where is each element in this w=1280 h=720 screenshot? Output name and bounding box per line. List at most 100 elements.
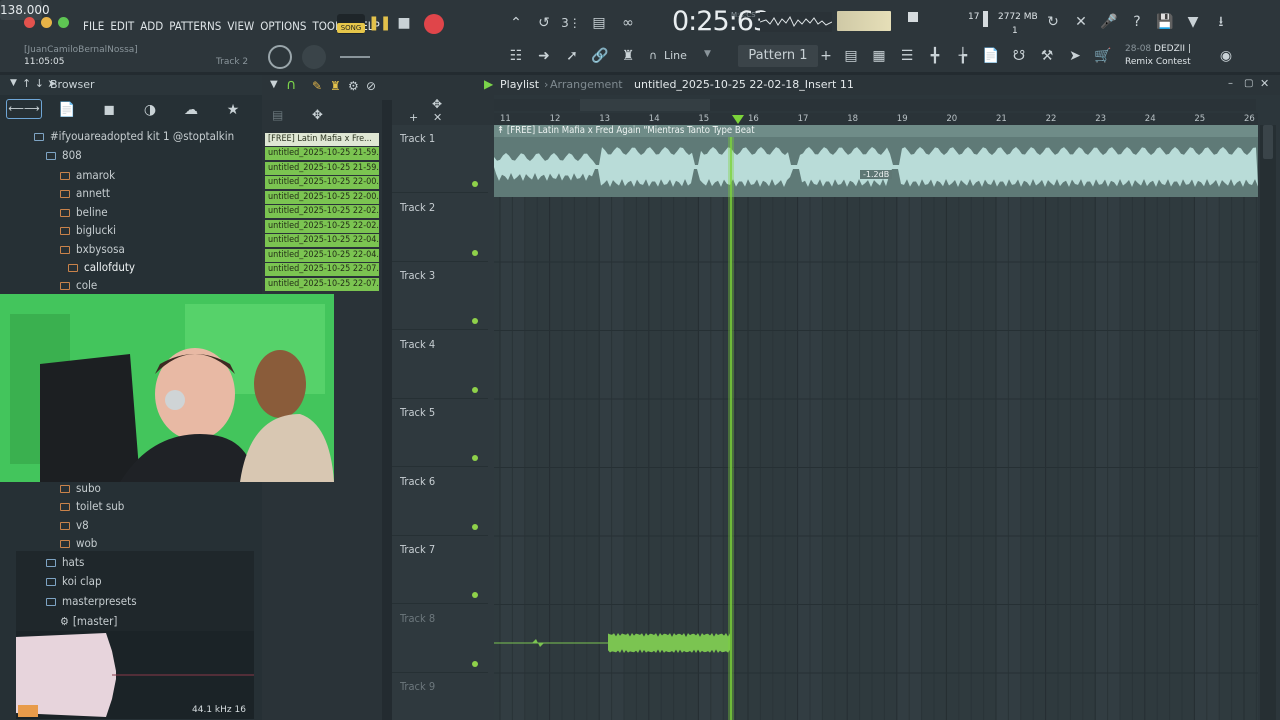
tempo-display[interactable]: 138.000 [0, 0, 50, 20]
track-header[interactable]: Track 2 [392, 194, 488, 262]
cut-icon[interactable]: ✕ [1070, 12, 1092, 32]
undo-icon[interactable]: ↻ [1042, 12, 1064, 32]
tree-item[interactable]: #ifyouareadopted kit 1 @stoptalkin [34, 127, 234, 145]
paint-icon[interactable]: ♜ [330, 79, 341, 93]
track-header[interactable]: Track 1 [392, 125, 488, 193]
loop-record-icon[interactable]: ∞ [617, 13, 639, 33]
menu-options[interactable]: OPTIONS [260, 19, 306, 33]
master-volume-knob[interactable] [268, 45, 292, 69]
close-window-dot[interactable] [24, 17, 35, 28]
track-mute-led[interactable] [472, 455, 478, 461]
link-icon[interactable]: 🔗 [589, 46, 611, 66]
record-button[interactable] [424, 14, 444, 34]
playlist-file[interactable]: untitled_2025-10-25 22-02-18_Insert 11 [634, 78, 854, 91]
channel-rack-icon[interactable]: ☰ [896, 46, 918, 66]
browser-sounds-icon[interactable]: ◑ [139, 100, 161, 120]
menu-add[interactable]: ADD [140, 19, 163, 33]
pencil-icon[interactable]: ✎ [312, 79, 322, 93]
picker-item[interactable]: untitled_2025-10-25 22-04... [265, 234, 379, 247]
track-header[interactable]: Track 8 [392, 605, 488, 673]
add-pattern-icon[interactable]: + [815, 46, 837, 66]
tree-item[interactable]: biglucki [60, 221, 116, 239]
news-title[interactable]: Remix Contest [1125, 57, 1191, 67]
tree-item[interactable]: annett [60, 184, 110, 202]
mixer-icon[interactable]: ╋ [924, 46, 946, 66]
tree-item[interactable]: wob [60, 534, 97, 552]
picker-item[interactable]: untitled_2025-10-25 22-00... [265, 191, 379, 204]
tree-item[interactable]: bxbysosa [60, 240, 125, 258]
tree-item[interactable]: beline [60, 203, 108, 221]
chevron-down-icon[interactable]: ▼ [704, 49, 711, 59]
snap-select[interactable]: Line [664, 49, 687, 62]
browser-icon[interactable]: ╆ [952, 46, 974, 66]
stamp-icon[interactable]: ♜ [617, 46, 639, 66]
minimize-icon[interactable]: – [1228, 78, 1233, 89]
picker-item[interactable]: untitled_2025-10-25 22-02... [265, 205, 379, 218]
maximize-icon[interactable]: ▢ [1244, 78, 1253, 89]
browser-menu-arrow-icon[interactable]: ▼ [10, 78, 17, 88]
pat-song-toggle[interactable]: SONG [337, 14, 365, 34]
master-pitch-knob[interactable] [302, 45, 326, 69]
magnet-snap-icon[interactable]: ∩ [286, 77, 296, 93]
playlist-icon[interactable]: ▤ [840, 46, 862, 66]
browser-favorites-icon[interactable]: ★ [222, 100, 244, 120]
online-icon[interactable]: ◉ [1215, 46, 1237, 66]
magnet-icon[interactable]: ∩ [642, 46, 664, 66]
add-track-icon[interactable]: + [409, 111, 418, 124]
zoom-icon[interactable]: ✥ [432, 97, 442, 111]
track-header[interactable]: Track 6 [392, 468, 488, 536]
render-icon[interactable]: ▼ [1182, 12, 1204, 32]
song-time-display[interactable]: 0:25:63 [672, 6, 770, 37]
track-header[interactable]: Track 4 [392, 331, 488, 399]
track-header[interactable]: Track 5 [392, 399, 488, 467]
step-edit-icon[interactable]: ▤ [588, 13, 610, 33]
microphone-icon[interactable]: 🎤 [1098, 12, 1120, 32]
picker-item[interactable]: untitled_2025-10-25 22-04... [265, 249, 379, 262]
vertical-scrollbar[interactable] [1260, 125, 1276, 720]
plugin-icon[interactable]: ☋ [1008, 46, 1030, 66]
tools-icon[interactable]: ⚒ [1036, 46, 1058, 66]
file-icon[interactable]: 📄 [980, 46, 1002, 66]
picker-item[interactable]: untitled_2025-10-25 21-59... [265, 162, 379, 175]
browser-all-tab[interactable]: ⟵⟶ [6, 99, 42, 119]
track-mute-led[interactable] [472, 660, 478, 667]
mute-tool-icon[interactable]: ⊘ [366, 79, 376, 93]
playlist-play-icon[interactable]: ▶ [484, 77, 493, 91]
playhead-marker-icon[interactable] [732, 115, 744, 124]
tree-item[interactable]: ⚙ [master] [60, 612, 117, 630]
piano-roll-icon[interactable]: ☷ [505, 46, 527, 66]
picker-item[interactable]: untitled_2025-10-25 22-02... [265, 220, 379, 233]
cart-icon[interactable]: 🛒 [1092, 46, 1114, 66]
step-sequencer-icon[interactable]: ▦ [868, 46, 890, 66]
track-mute-led[interactable] [472, 523, 478, 530]
stop-icon[interactable]: ■ [393, 13, 415, 33]
save-icon[interactable]: 💾 [1154, 12, 1176, 32]
tree-item[interactable]: 808 [46, 146, 82, 164]
track-mute-led[interactable] [472, 386, 478, 393]
arrow-right-icon[interactable]: ➜ [533, 46, 555, 66]
news-date[interactable]: 28-08 DEDZII | [1125, 44, 1191, 54]
picker-item[interactable]: untitled_2025-10-25 22-07... [265, 278, 379, 291]
scroll-thumb[interactable] [580, 99, 710, 111]
track-header[interactable]: Track 9 [392, 673, 488, 720]
menu-edit[interactable]: EDIT [110, 19, 134, 33]
wait-input-icon[interactable]: ↺ [533, 13, 555, 33]
close-icon[interactable]: ✕ [1260, 77, 1269, 90]
marketplace-icon[interactable]: ➤ [1064, 46, 1086, 66]
track-header[interactable]: Track 7 [392, 536, 488, 604]
minimize-window-dot[interactable] [41, 17, 52, 28]
menu-patterns[interactable]: PATTERNS [169, 19, 221, 33]
maximize-window-dot[interactable] [58, 17, 69, 28]
browser-plugins-icon[interactable]: ◼ [98, 100, 120, 120]
tree-item-selected[interactable]: callofduty [68, 258, 135, 276]
picker-move-icon[interactable]: ✥ [312, 108, 323, 123]
picker-item[interactable]: untitled_2025-10-25 21-59... [265, 147, 379, 160]
track-mute-led[interactable] [472, 249, 478, 256]
delete-tool-icon[interactable]: ⚙ [348, 79, 359, 93]
track-mute-led[interactable] [472, 592, 478, 598]
remove-track-icon[interactable]: ✕ [433, 111, 442, 124]
picker-item[interactable]: untitled_2025-10-25 22-07... [265, 263, 379, 276]
pattern-selector[interactable]: Pattern 1 [738, 45, 818, 67]
picker-item[interactable]: [FREE] Latin Mafia x Fre... [265, 133, 379, 146]
pitch-slider[interactable] [340, 56, 370, 58]
